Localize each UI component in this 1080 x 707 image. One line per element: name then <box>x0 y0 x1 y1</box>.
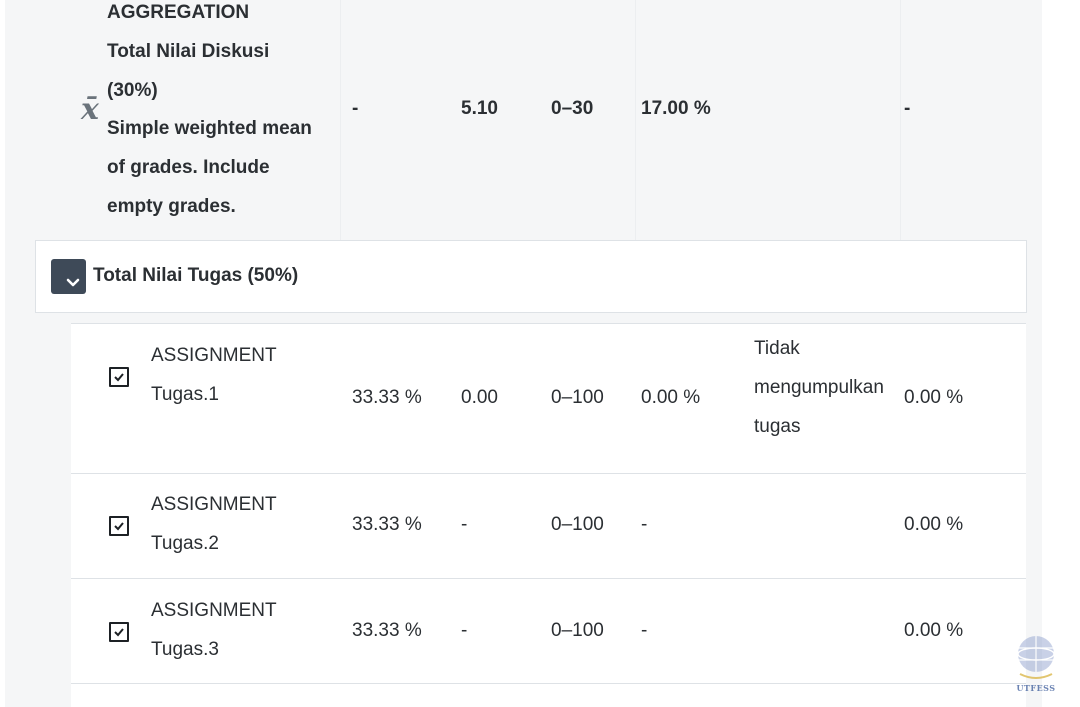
category-items: ASSIGNMENT Tugas.1 33.33 % 0.00 0–100 0.… <box>71 323 1026 707</box>
item-range: 0–100 <box>551 620 604 641</box>
item-percentage: - <box>641 514 648 535</box>
aggregation-name-line2: (30%) <box>107 79 158 101</box>
item-percentage: - <box>641 620 648 641</box>
item-type-label: ASSIGNMENT <box>151 600 277 621</box>
item-contribution: 0.00 % <box>904 514 964 535</box>
page-margin <box>1042 0 1080 707</box>
chevron-down-icon <box>66 278 80 287</box>
item-type-label: ASSIGNMENT <box>151 345 277 366</box>
globe-logo-icon: UTFESS <box>1008 630 1064 696</box>
column-divider <box>900 0 901 240</box>
assignment-check-icon <box>109 516 129 536</box>
item-contribution: 0.00 % <box>904 387 964 408</box>
item-grade: - <box>461 620 468 641</box>
item-feedback-line1: Tidak <box>754 338 800 359</box>
aggregation-desc-line2: of grades. Include <box>107 157 270 179</box>
aggregation-contribution: - <box>904 98 911 119</box>
aggregation-desc-line3: empty grades. <box>107 195 236 217</box>
aggregation-percentage: 17.00 % <box>641 98 711 119</box>
logo-text: UTFESS <box>1016 683 1056 693</box>
item-name-link[interactable]: ASSIGNMENT Tugas.3 <box>151 591 277 669</box>
aggregation-type-label: AGGREGATION <box>107 2 250 23</box>
category-toggle-button[interactable] <box>51 259 86 294</box>
item-name-link[interactable]: ASSIGNMENT Tugas.2 <box>151 485 277 563</box>
item-percentage: 0.00 % <box>641 387 701 408</box>
assignment-check-icon <box>109 622 129 642</box>
aggregation-description: AGGREGATION Total Nilai Diskusi (30%) Si… <box>107 0 337 227</box>
item-grade: - <box>461 514 468 535</box>
aggregation-desc-line1: Simple weighted mean <box>107 118 312 140</box>
item-weight: 33.33 % <box>352 387 422 408</box>
category-row: Total Nilai Tugas (50%) <box>35 240 1027 313</box>
item-range: 0–100 <box>551 387 604 408</box>
table-row: ASSIGNMENT Tugas.3 33.33 % - 0–100 - 0.0… <box>71 578 1026 684</box>
item-feedback-line3: tugas <box>754 416 801 437</box>
aggregation-grade: 5.10 <box>461 98 498 119</box>
item-name: Tugas.1 <box>151 384 219 405</box>
item-feedback-line2: mengumpulkan <box>754 377 884 398</box>
item-weight: 33.33 % <box>352 620 422 641</box>
aggregation-name-line1: Total Nilai Diskusi <box>107 40 270 62</box>
grade-report-panel: x̄ AGGREGATION Total Nilai Diskusi (30%)… <box>5 0 1042 707</box>
item-name: Tugas.3 <box>151 639 219 660</box>
aggregation-weight: - <box>352 98 359 119</box>
category-label[interactable]: Total Nilai Tugas (50%) <box>93 257 298 295</box>
item-type-label: ASSIGNMENT <box>151 494 277 515</box>
item-feedback: Tidak mengumpulkan tugas <box>754 329 884 446</box>
aggregation-row: x̄ AGGREGATION Total Nilai Diskusi (30%)… <box>5 0 1026 240</box>
item-range: 0–100 <box>551 514 604 535</box>
item-name: Tugas.2 <box>151 533 219 554</box>
aggregation-range: 0–30 <box>551 98 594 119</box>
sigma-mean-icon: x̄ <box>81 92 99 127</box>
item-grade: 0.00 <box>461 387 498 408</box>
item-contribution: 0.00 % <box>904 620 964 641</box>
column-divider <box>635 0 636 240</box>
table-row: ASSIGNMENT Tugas.2 33.33 % - 0–100 - 0.0… <box>71 473 1026 578</box>
item-name-link[interactable]: ASSIGNMENT Tugas.1 <box>151 336 277 414</box>
item-weight: 33.33 % <box>352 514 422 535</box>
table-row: ASSIGNMENT Tugas.1 33.33 % 0.00 0–100 0.… <box>71 323 1026 474</box>
assignment-check-icon <box>109 367 129 387</box>
